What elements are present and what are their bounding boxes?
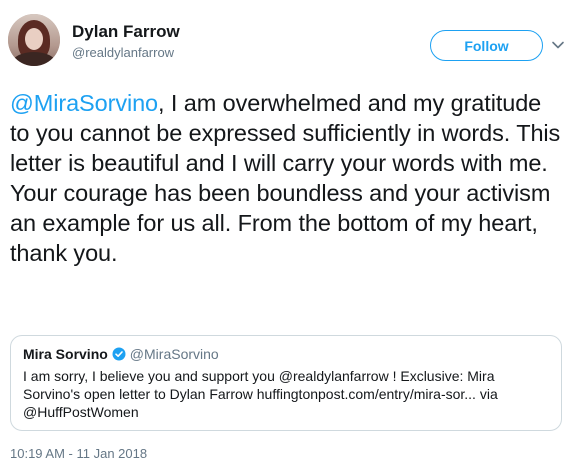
quoted-tweet[interactable]: Mira Sorvino @MiraSorvino I am sorry, I … — [10, 335, 562, 431]
avatar-face — [25, 28, 43, 50]
tweet-text: @MiraSorvino, I am overwhelmed and my gr… — [10, 88, 562, 268]
quoted-author-name: Mira Sorvino — [23, 346, 108, 362]
quoted-tweet-header: Mira Sorvino @MiraSorvino — [23, 345, 549, 363]
quoted-author-handle: @MiraSorvino — [129, 346, 219, 362]
verified-badge-icon — [112, 347, 126, 361]
quoted-tweet-text: I am sorry, I believe you and support yo… — [23, 368, 498, 420]
follow-button[interactable]: Follow — [430, 30, 543, 61]
author-handle[interactable]: @realdylanfarrow — [72, 45, 174, 61]
tweet-card: Dylan Farrow @realdylanfarrow Follow @Mi… — [0, 0, 569, 469]
mention-link[interactable]: @MiraSorvino — [10, 90, 158, 116]
chevron-down-icon[interactable] — [551, 38, 565, 52]
tweet-body: , I am overwhelmed and my gratitude to y… — [10, 90, 561, 266]
author-name[interactable]: Dylan Farrow — [72, 22, 180, 42]
tweet-timestamp[interactable]: 10:19 AM - 11 Jan 2018 — [10, 446, 147, 462]
avatar[interactable] — [8, 14, 60, 66]
